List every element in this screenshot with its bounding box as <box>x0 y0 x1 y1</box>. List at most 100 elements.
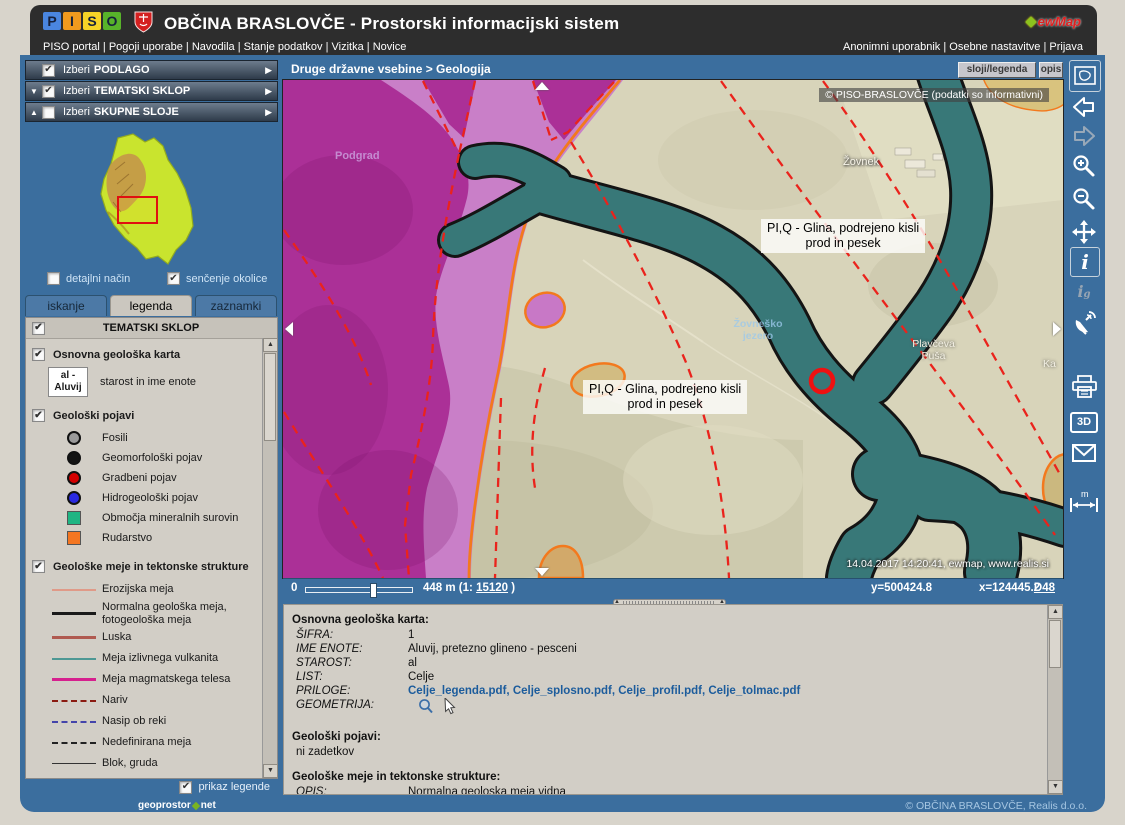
user-menu-personal-settings[interactable]: Osebne nastavitve <box>943 41 1040 53</box>
tematski-sklop-checkbox[interactable] <box>42 85 55 98</box>
scroll-down-icon[interactable]: ▼ <box>1048 780 1063 794</box>
scrollbar-thumb[interactable] <box>264 353 276 441</box>
overview-map[interactable] <box>25 126 278 271</box>
prikaz-legende-checkbox[interactable] <box>179 781 192 794</box>
podlago-checkbox[interactable] <box>42 64 55 77</box>
footer-copyright: © OBČINA BRASLOVČE, Realis d.o.o. <box>905 800 1087 812</box>
info-section-title: Geološke meje in tektonske strukture: <box>292 770 1047 784</box>
map-copyright-watermark: © PISO-BRASLOVČE (podatki so informativn… <box>819 88 1049 102</box>
geoprostor-brand[interactable]: geoprostornet <box>138 800 216 811</box>
identify-tool-button[interactable]: i <box>1070 247 1100 277</box>
collapse-down-icon[interactable]: ▼ <box>26 87 42 96</box>
legend-body: Osnovna geološka karta al - Aluvij staro… <box>26 338 262 778</box>
selector-skupne-sloje[interactable]: ▲ IzberiSKUPNE SLOJE ▶ <box>25 102 278 122</box>
pan-south-arrow[interactable] <box>535 568 549 576</box>
line-symbol <box>52 636 96 639</box>
user-menu-login[interactable]: Prijava <box>1043 41 1083 53</box>
section-checkbox[interactable] <box>32 560 45 573</box>
menu-item-vizitka[interactable]: Vizitka <box>326 41 364 53</box>
scale-slider[interactable] <box>305 587 413 593</box>
gps-location-button[interactable] <box>1069 308 1099 336</box>
area-symbol <box>67 531 81 545</box>
legend-item: Rudarstvo <box>48 528 262 548</box>
datum-d48-link[interactable]: D48 <box>1034 582 1055 594</box>
info-panel-scrollbar[interactable]: ▲ ▼ <box>1047 605 1062 794</box>
tab-legenda[interactable]: legenda <box>110 295 192 316</box>
pan-icon <box>1071 219 1097 245</box>
sencenje-okolice-checkbox[interactable] <box>167 272 180 285</box>
zoom-out-button[interactable] <box>1069 184 1099 214</box>
detajlni-nacin-checkbox[interactable] <box>47 272 60 285</box>
menu-item-piso-portal[interactable]: PISO portal <box>43 41 100 53</box>
identify-group-button[interactable]: ig <box>1071 279 1097 305</box>
zoom-in-button[interactable] <box>1069 151 1099 181</box>
section-checkbox[interactable] <box>32 348 45 361</box>
pan-west-arrow[interactable] <box>285 322 293 336</box>
section-label: Osnovna geološka karta <box>53 349 180 361</box>
menu-item-novice[interactable]: Novice <box>367 41 407 53</box>
option-detajlni-nacin[interactable]: detajlni način <box>47 272 130 285</box>
tematski-sklop-legend-checkbox[interactable] <box>32 322 45 335</box>
line-symbol <box>52 763 96 764</box>
user-menu-anonymous-user[interactable]: Anonimni uporabnik <box>843 41 940 53</box>
3d-icon: 3D <box>1070 412 1098 433</box>
piso-application: P I S O OBČINA BRASLOVČE - Prostorski in… <box>0 0 1125 825</box>
map-canvas[interactable]: © PISO-BRASLOVČE (podatki so informativn… <box>283 80 1063 578</box>
scroll-down-icon[interactable]: ▼ <box>263 764 278 778</box>
sidebar-tabs: iskanje legenda zaznamki <box>25 295 278 316</box>
show-legend-option[interactable]: prikaz legende <box>25 779 278 795</box>
ewmap-brand-text: ewMap <box>1038 14 1081 29</box>
send-mail-button[interactable] <box>1069 439 1099 466</box>
select-geometry-icon[interactable] <box>444 698 457 715</box>
section-checkbox[interactable] <box>32 409 45 422</box>
ewmap-diamond-icon <box>1025 16 1036 27</box>
pan-east-arrow[interactable] <box>1053 322 1061 336</box>
history-forward-button[interactable] <box>1069 123 1099 149</box>
selector-tematski-sklop[interactable]: ▼ IzberiTEMATSKI SKLOP ▶ <box>25 81 278 101</box>
tab-zaznamki[interactable]: zaznamki <box>195 295 277 316</box>
pdf-link-celje-splosno[interactable]: Celje_splosno.pdf <box>513 685 618 697</box>
menu-item-navodila[interactable]: Navodila <box>186 41 235 53</box>
municipality-overview-button[interactable] <box>1069 60 1101 92</box>
area-symbol <box>67 511 81 525</box>
pan-north-arrow[interactable] <box>535 82 549 90</box>
scale-zero-label: 0 <box>291 582 297 594</box>
scale-slider-handle[interactable] <box>370 583 377 598</box>
selector-prefix: Izberi <box>63 85 90 97</box>
scale-ratio-link[interactable]: 15120 <box>476 582 508 594</box>
option-sencenje-okolice[interactable]: senčenje okolice <box>167 272 267 285</box>
feature-info-content: Osnovna geološka karta: ŠIFRA:1 IME ENOT… <box>284 605 1047 794</box>
skupne-sloje-checkbox[interactable] <box>42 106 55 119</box>
legend-item: Meja magmatskega telesa <box>48 669 262 690</box>
menu-item-pogoji-uporabe[interactable]: Pogoji uporabe <box>103 41 183 53</box>
zoom-to-geometry-icon[interactable] <box>418 698 434 715</box>
place-label-plavceva-pusa: Plavčeva Puša <box>891 338 976 362</box>
piso-logo[interactable]: P I S O <box>43 12 121 30</box>
menu-item-stanje-podatkov[interactable]: Stanje podatkov <box>238 41 323 53</box>
scroll-up-icon[interactable]: ▲ <box>263 338 278 352</box>
selector-label: TEMATSKI SKLOP <box>94 85 190 97</box>
sloji-legenda-button[interactable]: sloji/legenda <box>958 62 1036 78</box>
tab-iskanje[interactable]: iskanje <box>25 295 107 316</box>
selector-podlago[interactable]: IzberiPODLAGO ▶ <box>25 60 278 80</box>
current-extent-rectangle[interactable] <box>118 197 157 223</box>
logo-letter: O <box>103 12 121 30</box>
print-button[interactable] <box>1068 371 1100 401</box>
pdf-link-celje-legenda[interactable]: Celje_legenda.pdf <box>408 685 513 697</box>
pdf-link-celje-profil[interactable]: Celje_profil.pdf <box>618 685 708 697</box>
history-back-button[interactable] <box>1069 94 1099 120</box>
scroll-up-icon[interactable]: ▲ <box>1048 605 1063 619</box>
scrollbar-thumb[interactable] <box>1049 620 1061 668</box>
legend-section-pojavi: Geološki pojavi <box>32 409 262 422</box>
pdf-link-celje-tolmac[interactable]: Celje_tolmac.pdf <box>708 685 800 697</box>
pan-tool-button[interactable] <box>1069 217 1099 247</box>
legend-header: TEMATSKI SKLOP <box>26 318 277 339</box>
opis-button[interactable]: opis <box>1039 62 1063 78</box>
info-row: IME ENOTE:Aluvij, pretezno glineno - pes… <box>292 642 1047 656</box>
chevron-right-icon: ▶ <box>265 107 272 118</box>
measure-button[interactable]: m <box>1067 488 1101 516</box>
view-3d-button[interactable]: 3D <box>1068 408 1100 436</box>
collapse-up-icon[interactable]: ▲ <box>26 108 42 117</box>
app-header: P I S O OBČINA BRASLOVČE - Prostorski in… <box>30 5 1097 55</box>
zoom-out-icon <box>1071 186 1097 212</box>
